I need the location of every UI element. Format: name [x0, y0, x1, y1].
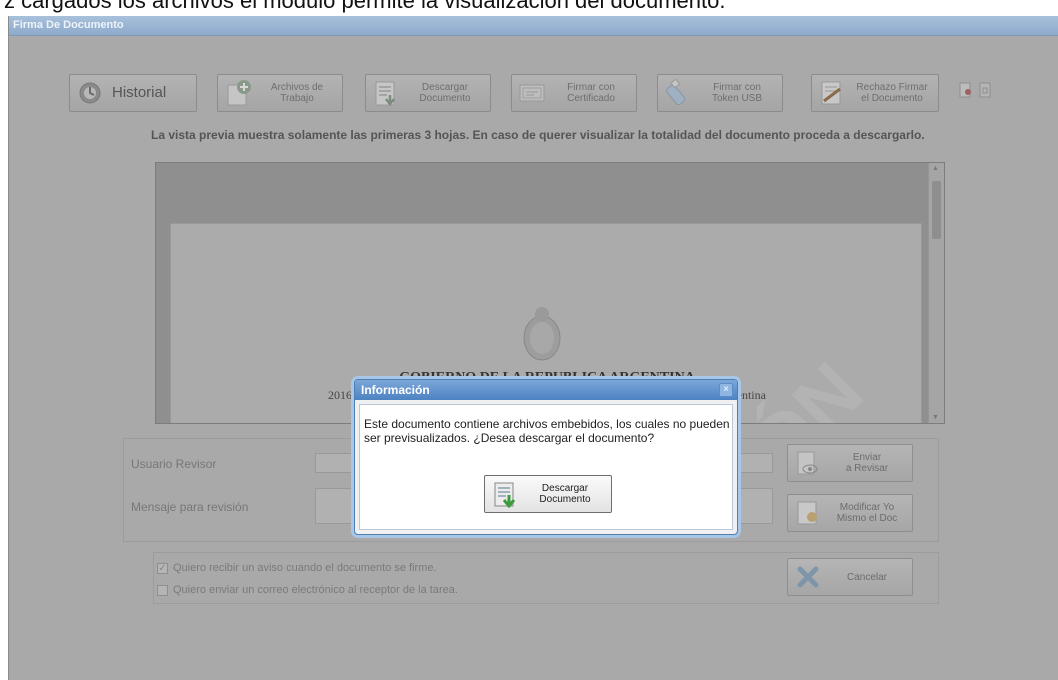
scroll-thumb[interactable]: [932, 181, 941, 239]
add-file-icon: [227, 80, 251, 106]
archivos-label: Archivos de Trabajo: [270, 82, 324, 104]
descargar-documento-button[interactable]: Descargar Documento: [365, 74, 491, 112]
dialog-button-label: Descargar Documento: [539, 483, 591, 505]
info-dialog: Información × Este documento contiene ar…: [354, 379, 738, 535]
dialog-body: Este documento contiene archivos embebid…: [359, 404, 733, 530]
checkbox-empty[interactable]: [157, 584, 168, 596]
modificar-label: Modificar Yo Mismo el Doc: [836, 502, 898, 524]
mensaje-label: Mensaje para revisión: [131, 500, 249, 514]
window-titlebar: Firma De Documento: [9, 16, 1058, 36]
screen: z cargados los archivos el módulo permit…: [0, 0, 1058, 680]
preview-scrollbar[interactable]: ▲ ▼: [928, 163, 944, 423]
reject-sign-icon: [821, 81, 841, 105]
aviso-label: Quiero recibir un aviso cuando el docume…: [173, 562, 437, 574]
enviar-revisar-button[interactable]: Enviar a Revisar: [787, 444, 913, 482]
cancel-x-icon: [797, 566, 819, 588]
rechazo-firmar-button[interactable]: Rechazo Firmar el Documento: [811, 74, 939, 112]
certificate-icon: [519, 84, 545, 102]
window-title: Firma De Documento: [13, 19, 124, 31]
firmar-token-label: Firmar con Token USB: [711, 82, 763, 104]
historial-button[interactable]: Historial: [69, 74, 197, 112]
history-icon: [79, 82, 101, 104]
coat-of-arms-icon: [523, 307, 561, 361]
dialog-titlebar: Información ×: [355, 380, 737, 400]
firmar-certificado-button[interactable]: Firmar con Certificado: [511, 74, 637, 112]
correo-checkbox[interactable]: Quiero enviar un correo electrónico al r…: [157, 584, 458, 596]
preview-notice: La vista previa muestra solamente las pr…: [151, 128, 925, 142]
usb-token-icon: [666, 79, 686, 106]
cancelar-button[interactable]: Cancelar: [787, 558, 913, 596]
send-review-icon: [797, 451, 818, 475]
firma-window: Firma De Documento Historial Archivos de: [8, 16, 1058, 680]
edit-doc-icon: [797, 501, 817, 525]
modificar-button[interactable]: Modificar Yo Mismo el Doc: [787, 494, 913, 532]
rechazo-label: Rechazo Firmar el Documento: [856, 82, 928, 104]
scroll-up-icon[interactable]: ▲: [932, 165, 939, 172]
dialog-title: Información: [361, 383, 430, 397]
download-document-icon: [494, 482, 516, 508]
historial-label: Historial: [112, 84, 167, 101]
cancelar-label: Cancelar: [846, 571, 888, 583]
firmar-token-button[interactable]: Firmar con Token USB: [657, 74, 783, 112]
side-icons: [959, 82, 993, 103]
document-gear-icon[interactable]: [959, 82, 973, 103]
check-icon[interactable]: ✓: [157, 562, 168, 574]
correo-label: Quiero enviar un correo electrónico al r…: [173, 584, 458, 596]
enviar-label: Enviar a Revisar: [845, 452, 889, 474]
aviso-checkbox[interactable]: ✓ Quiero recibir un aviso cuando el docu…: [157, 562, 437, 574]
window-body: Historial Archivos de Trabajo Descargar …: [13, 36, 1053, 676]
dialog-descargar-button[interactable]: Descargar Documento: [484, 475, 612, 513]
close-icon[interactable]: ×: [719, 383, 733, 397]
usuario-revisor-label: Usuario Revisor: [131, 457, 217, 471]
scroll-down-icon[interactable]: ▼: [932, 414, 939, 421]
caption-text: z cargados los archivos el módulo permit…: [4, 0, 726, 13]
archivos-trabajo-button[interactable]: Archivos de Trabajo: [217, 74, 343, 112]
firmar-cert-label: Firmar con Certificado: [567, 82, 615, 104]
dialog-message: Este documento contiene archivos embebid…: [364, 417, 730, 445]
document-lock-icon[interactable]: [979, 82, 993, 103]
download-document-icon: [375, 81, 395, 107]
descargar-label: Descargar Documento: [419, 82, 471, 104]
